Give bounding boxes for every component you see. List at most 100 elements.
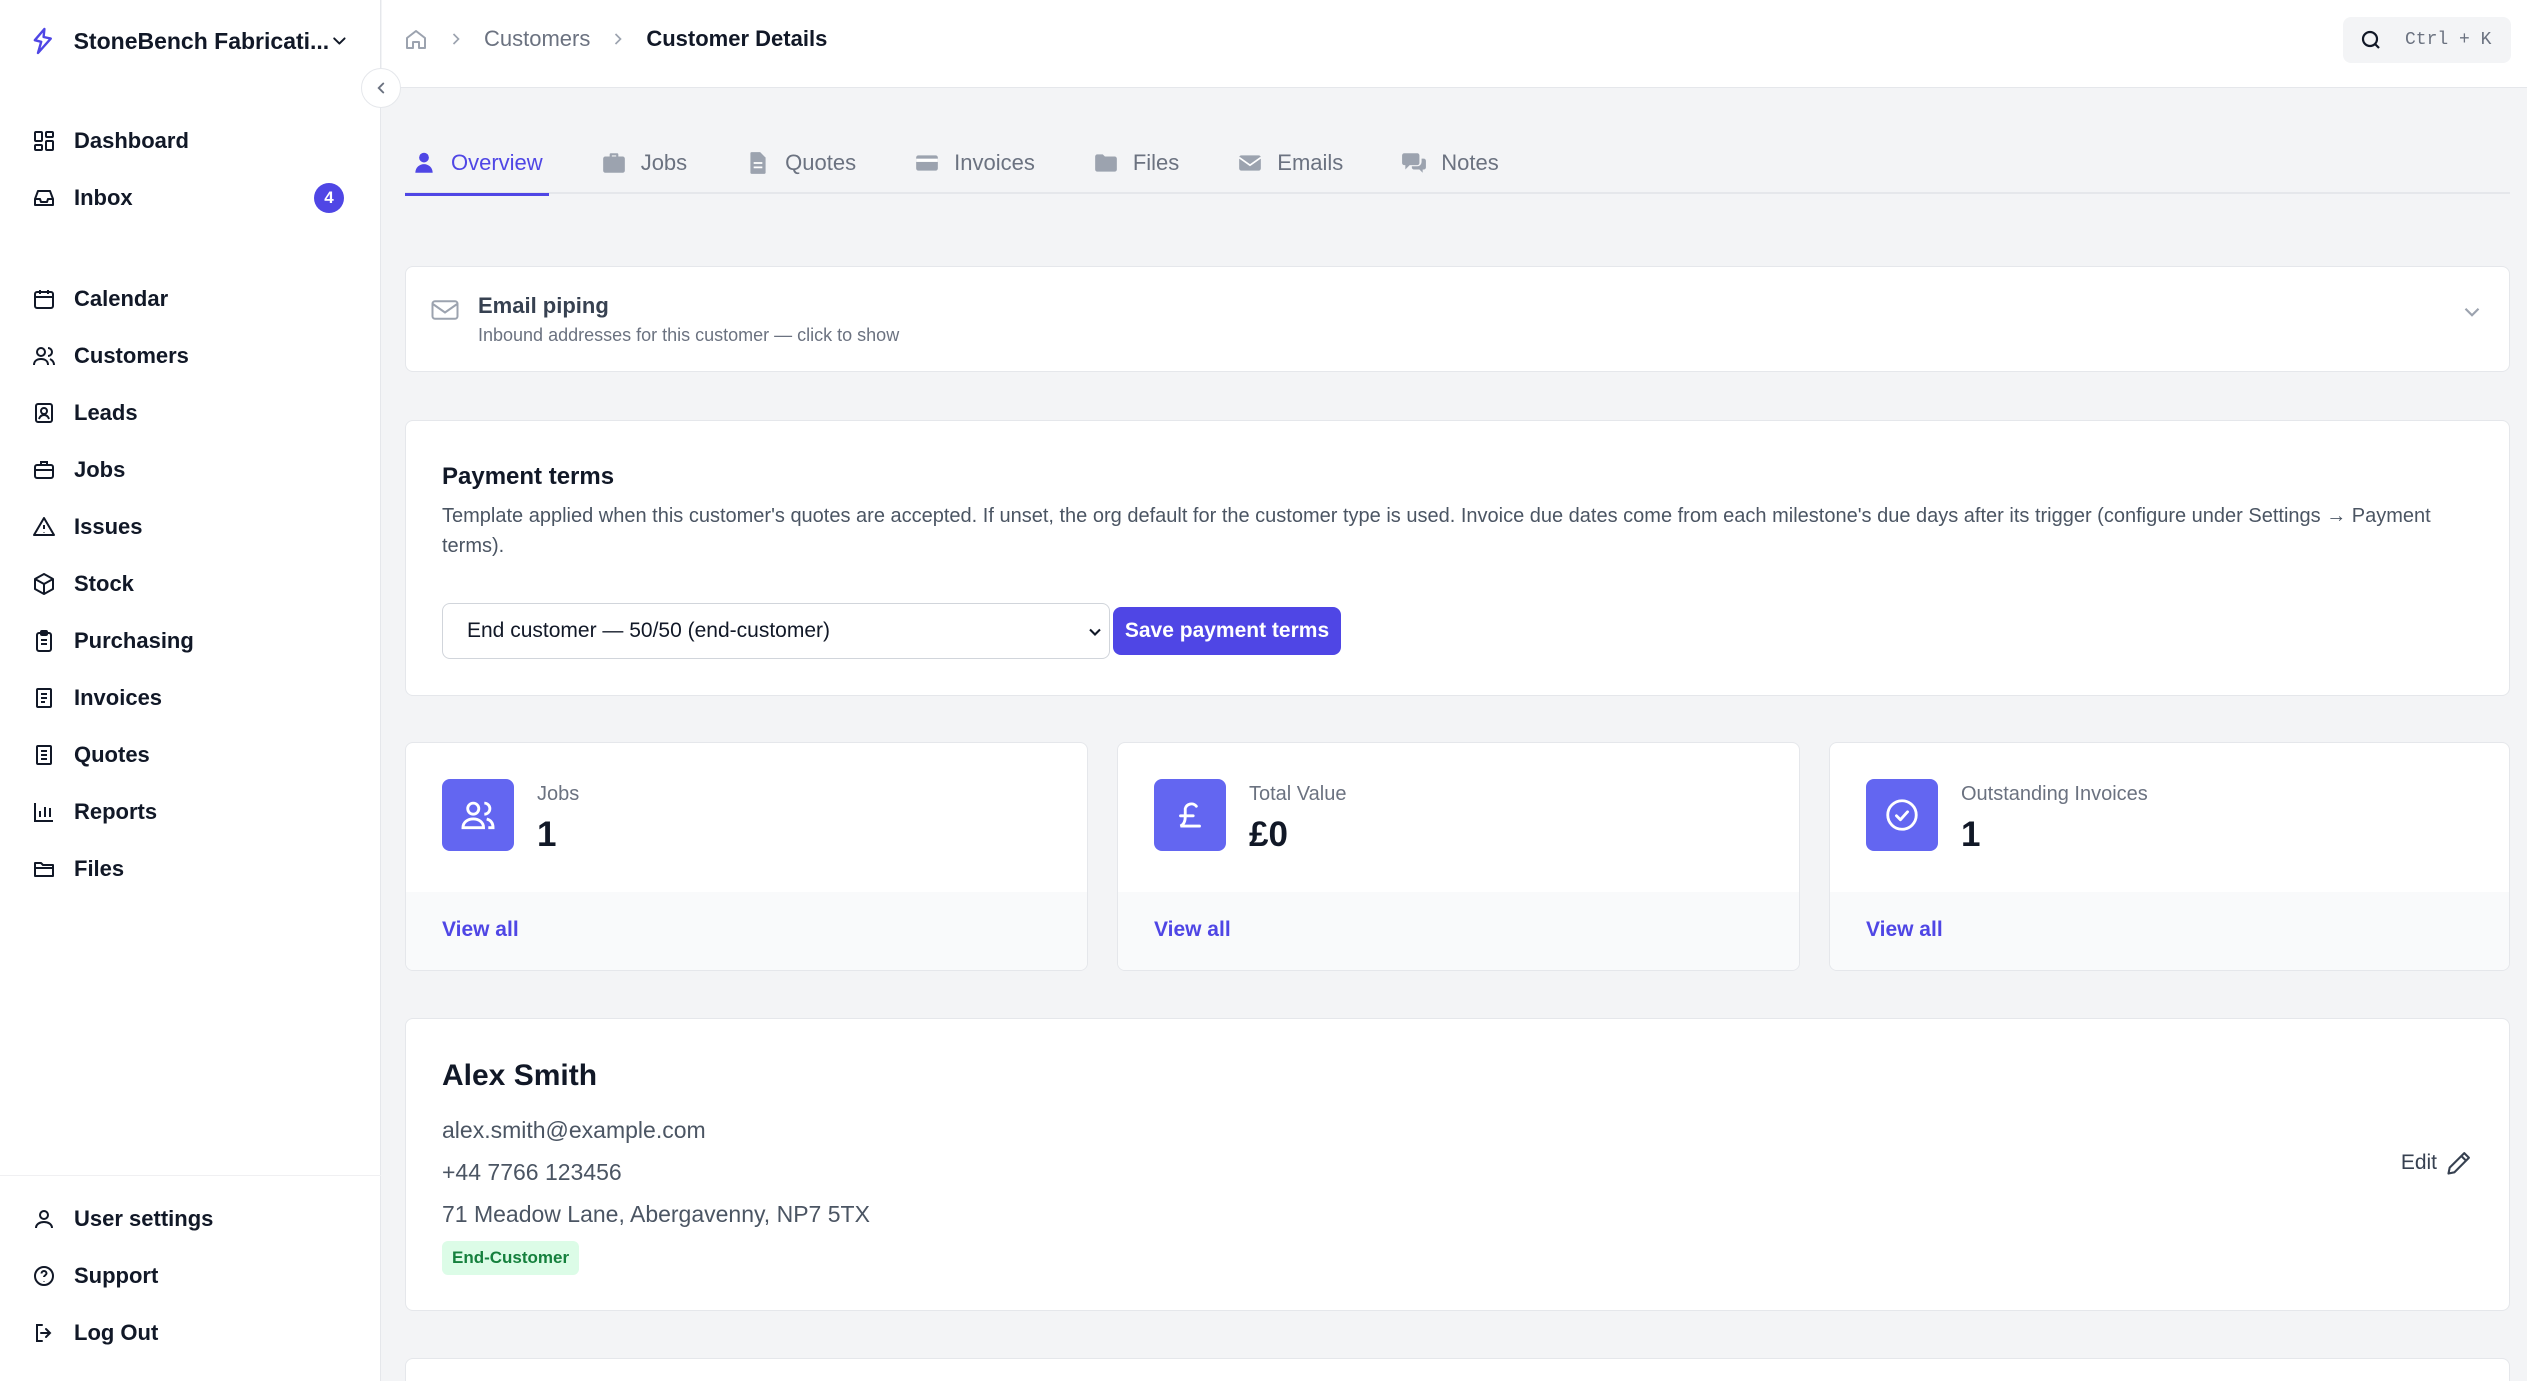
nav-main: Calendar Customers Leads Jobs Issues Sto…	[0, 270, 381, 897]
stat-icon-box	[1866, 779, 1938, 851]
home-icon[interactable]	[404, 27, 428, 51]
sidebar-item-label: Purchasing	[74, 627, 194, 653]
breadcrumb-customers[interactable]: Customers	[484, 26, 590, 52]
tab-label: Emails	[1277, 150, 1344, 175]
sidebar-item-label: User settings	[74, 1205, 214, 1231]
sidebar-item-support[interactable]: Support	[0, 1247, 381, 1304]
users-icon	[33, 346, 55, 365]
edit-label: Edit	[2400, 1151, 2437, 1174]
users-icon	[461, 801, 495, 830]
clipboard-icon	[36, 629, 52, 652]
stat-value: £0	[1249, 815, 1288, 854]
sidebar-item-reports[interactable]: Reports	[0, 783, 381, 840]
sidebar-item-dashboard[interactable]: Dashboard	[0, 112, 381, 169]
sidebar-item-label: Stock	[74, 570, 134, 596]
view-all-invoices-link[interactable]: View all	[1866, 918, 1943, 942]
sidebar-item-label: Files	[74, 855, 125, 881]
tab-label: Notes	[1441, 150, 1499, 175]
sidebar-item-user-settings[interactable]: User settings	[0, 1190, 381, 1247]
sidebar-item-label: Calendar	[74, 285, 169, 311]
sidebar-item-issues[interactable]: Issues	[0, 498, 381, 555]
org-switcher[interactable]: StoneBench Fabricati...	[30, 18, 350, 64]
tab-jobs[interactable]: Jobs	[595, 132, 693, 194]
sidebar-item-label: Inbox	[74, 184, 133, 210]
edit-customer-button[interactable]: Edit	[2401, 1149, 2473, 1177]
stat-card-jobs: Jobs 1 View all	[405, 742, 1088, 971]
tab-quotes[interactable]: Quotes	[739, 132, 862, 194]
quote-doc-icon	[36, 744, 52, 765]
sidebar-item-calendar[interactable]: Calendar	[0, 270, 381, 327]
tab-invoices[interactable]: Invoices	[908, 132, 1041, 194]
tab-label: Overview	[451, 150, 543, 175]
payment-terms-description: Template applied when this customer's qu…	[442, 505, 2431, 557]
stat-label: Jobs	[537, 783, 580, 805]
sidebar-item-leads[interactable]: Leads	[0, 384, 381, 441]
tab-overview[interactable]: Overview	[405, 132, 549, 196]
stat-label: Total Value	[1249, 783, 1347, 805]
sidebar-item-purchasing[interactable]: Purchasing	[0, 612, 381, 669]
customer-tabs: Overview Jobs Quotes Invoices Files Emai…	[405, 132, 2510, 196]
envelope-icon	[431, 300, 459, 320]
sidebar-item-label: Invoices	[74, 684, 163, 710]
dashboard-icon	[34, 130, 54, 151]
stat-card-total-value: Total Value £0 View all	[1117, 742, 1800, 971]
email-piping-subtitle: Inbound addresses for this customer — cl…	[478, 325, 900, 345]
chevron-left-icon	[377, 82, 385, 94]
bar-chart-icon	[34, 802, 53, 822]
check-circle-icon	[1886, 799, 1918, 831]
breadcrumb: Customers Customer Details	[404, 26, 827, 52]
tab-label: Jobs	[640, 150, 688, 175]
stat-icon-box	[442, 779, 514, 851]
stat-card-outstanding-invoices: Outstanding Invoices 1 View all	[1829, 742, 2510, 971]
payment-terms-selected: End customer — 50/50 (end-customer)	[467, 619, 830, 642]
customer-phone: +44 7766 123456	[442, 1159, 622, 1185]
sidebar-item-label: Dashboard	[74, 127, 189, 153]
save-payment-terms-button[interactable]: Save payment terms	[1113, 607, 1341, 655]
view-all-jobs-link[interactable]: View all	[442, 918, 519, 942]
nav-bottom: User settings Support Log Out	[0, 1175, 381, 1361]
sidebar-item-label: Customers	[74, 342, 189, 368]
stat-value: 1	[1961, 815, 1981, 854]
tab-emails[interactable]: Emails	[1231, 132, 1349, 194]
email-piping-title: Email piping	[478, 293, 609, 318]
next-section-card	[405, 1358, 2510, 1381]
pound-icon	[1179, 802, 1201, 828]
payment-terms-title: Payment terms	[442, 463, 615, 490]
sidebar-item-logout[interactable]: Log Out	[0, 1304, 381, 1361]
credit-card-icon	[916, 155, 938, 171]
email-piping-panel[interactable]: Email piping Inbound addresses for this …	[405, 266, 2510, 372]
sidebar-item-label: Issues	[74, 513, 143, 539]
sidebar-item-inbox[interactable]: Inbox 4	[0, 169, 381, 226]
stat-icon-box	[1154, 779, 1226, 851]
envelope-icon	[1238, 155, 1262, 171]
person-icon	[415, 152, 433, 173]
sidebar-item-jobs[interactable]: Jobs	[0, 441, 381, 498]
calendar-icon	[34, 289, 54, 309]
help-icon	[34, 1265, 54, 1286]
search-icon	[2361, 30, 2380, 49]
sidebar-item-label: Support	[74, 1262, 159, 1288]
sidebar-item-stock[interactable]: Stock	[0, 555, 381, 612]
collapse-sidebar-button[interactable]	[361, 68, 401, 108]
nav-primary: Dashboard Inbox 4	[0, 112, 381, 226]
logout-icon	[36, 1323, 52, 1342]
inbox-icon	[34, 189, 54, 206]
search-button[interactable]: Ctrl + K	[2343, 17, 2511, 63]
contact-card-icon	[35, 402, 53, 423]
pencil-icon	[2447, 1152, 2470, 1175]
top-bar: Customers Customer Details Ctrl + K	[382, 0, 2527, 88]
tab-label: Invoices	[954, 150, 1035, 175]
sidebar-item-quotes[interactable]: Quotes	[0, 726, 381, 783]
view-all-value-link[interactable]: View all	[1154, 918, 1231, 942]
sidebar-item-label: Log Out	[74, 1319, 159, 1345]
sidebar: StoneBench Fabricati... Dashboard Inbox …	[0, 0, 401, 1381]
tab-files[interactable]: Files	[1087, 132, 1185, 194]
sidebar-item-files[interactable]: Files	[0, 840, 381, 897]
chevron-down-icon	[2464, 307, 2480, 317]
sidebar-item-customers[interactable]: Customers	[0, 327, 381, 384]
tab-notes[interactable]: Notes	[1395, 132, 1504, 194]
sidebar-item-invoices[interactable]: Invoices	[0, 669, 381, 726]
sidebar-item-label: Leads	[74, 399, 138, 425]
payment-terms-select[interactable]: End customer — 50/50 (end-customer)	[442, 603, 1110, 659]
sidebar-item-label: Quotes	[74, 741, 150, 767]
